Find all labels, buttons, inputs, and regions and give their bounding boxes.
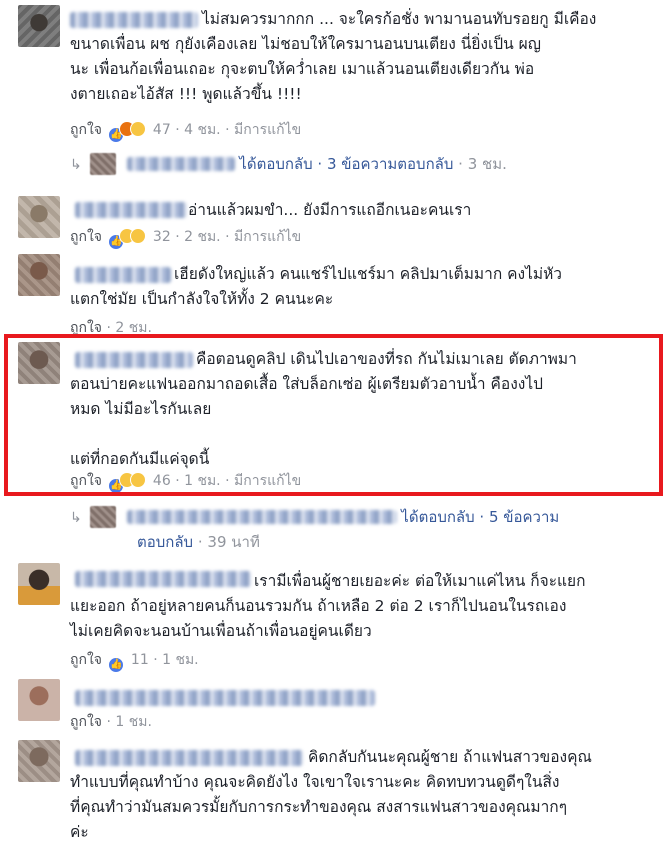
replies-row[interactable]: ↳ ได้ตอบกลับ · 3 ข้อความตอบกลับ · 3 ชม. xyxy=(70,153,507,175)
comment-meta: ถูกใจ 👍 47 · 4 ชม. · มีการแก้ไข xyxy=(70,121,301,143)
commenter-name-blurred[interactable] xyxy=(75,690,375,706)
like-link[interactable]: ถูกใจ xyxy=(70,652,102,668)
like-reaction-icon: 👍 xyxy=(108,657,125,673)
comment-time[interactable]: 2 ชม. xyxy=(184,229,221,245)
highlight-box xyxy=(4,334,663,496)
like-link[interactable]: ถูกใจ xyxy=(70,714,102,730)
reaction-count[interactable]: 47 xyxy=(153,122,171,138)
edited-label[interactable]: มีการแก้ไข xyxy=(234,229,301,245)
separator: · xyxy=(106,714,111,730)
separator: · xyxy=(153,652,158,668)
comment-text: คิดกลับกันนะคุณผู้ชาย ถ้าแฟนสาวของคุณ ทำ… xyxy=(70,748,592,841)
comment-meta: ถูกใจ · 1 ชม. xyxy=(70,713,152,731)
separator: · xyxy=(225,229,230,245)
reply-avatar xyxy=(89,506,116,528)
replies-row[interactable]: ↳ ได้ตอบกลับ · 5 ข้อความ xyxy=(70,506,559,528)
replies-link[interactable]: ได้ตอบกลับ · 3 ข้อความตอบกลับ xyxy=(239,155,453,173)
reaction-icons[interactable]: 👍 xyxy=(108,121,147,143)
commenter-avatar[interactable] xyxy=(18,679,60,721)
comment-text: อ่านแล้วผมขำ... ยังมีการแถอีกเนอะคนเรา xyxy=(188,201,472,219)
comment-time[interactable]: 1 ชม. xyxy=(115,714,152,730)
separator: · xyxy=(175,229,180,245)
comment-time[interactable]: 1 ชม. xyxy=(162,652,199,668)
reaction-icons[interactable]: 👍 xyxy=(108,654,125,673)
reply-avatar xyxy=(89,153,116,175)
edited-label[interactable]: มีการแก้ไข xyxy=(234,122,301,138)
comment-text: เรามีเพื่อนผู้ชายเยอะค่ะ ต่อให้เมาแค่ไหน… xyxy=(70,572,586,640)
commenter-avatar[interactable] xyxy=(18,196,60,238)
separator: · xyxy=(225,122,230,138)
replies-row-continued[interactable]: ตอบกลับ · 39 นาที xyxy=(137,532,260,552)
reaction-count[interactable]: 32 xyxy=(153,229,171,245)
reply-name-blurred xyxy=(126,510,397,524)
commenter-avatar[interactable] xyxy=(18,5,60,47)
reply-time: 39 นาที xyxy=(207,533,260,551)
sad-reaction-icon xyxy=(130,121,147,137)
comment-time[interactable]: 4 ชม. xyxy=(184,122,221,138)
reaction-icons[interactable]: 👍 xyxy=(108,228,147,250)
reply-arrow-icon: ↳ xyxy=(70,510,82,526)
comment-meta: ถูกใจ 👍 11 · 1 ชม. xyxy=(70,651,199,673)
reply-time: 3 ชม. xyxy=(467,155,507,173)
like-link[interactable]: ถูกใจ xyxy=(70,122,102,138)
comment-text: ไม่สมควรมากกก ... จะใครก้อชั่ง พามานอนทั… xyxy=(70,10,597,103)
commenter-avatar[interactable] xyxy=(18,563,60,605)
replies-link[interactable]: ได้ตอบกลับ · 5 ข้อความ xyxy=(401,508,559,526)
wow-reaction-icon xyxy=(130,228,147,244)
comment-meta: ถูกใจ 👍 32 · 2 ชม. · มีการแก้ไข xyxy=(70,228,301,250)
reply-arrow-icon: ↳ xyxy=(70,157,82,173)
replies-link-continued[interactable]: ตอบกลับ xyxy=(137,533,193,551)
commenter-avatar[interactable] xyxy=(18,740,60,782)
separator: · xyxy=(458,155,463,173)
reaction-count[interactable]: 11 xyxy=(131,652,149,668)
reply-name-blurred xyxy=(126,157,235,171)
like-link[interactable]: ถูกใจ xyxy=(70,229,102,245)
commenter-avatar[interactable] xyxy=(18,254,60,296)
commenter-name-blurred[interactable] xyxy=(75,202,187,218)
separator: · xyxy=(197,533,203,551)
separator: · xyxy=(175,122,180,138)
comment-text: เฮียดังใหญ่แล้ว คนแชร์ไปแชร์มา คลิปมาเต็… xyxy=(70,265,563,308)
